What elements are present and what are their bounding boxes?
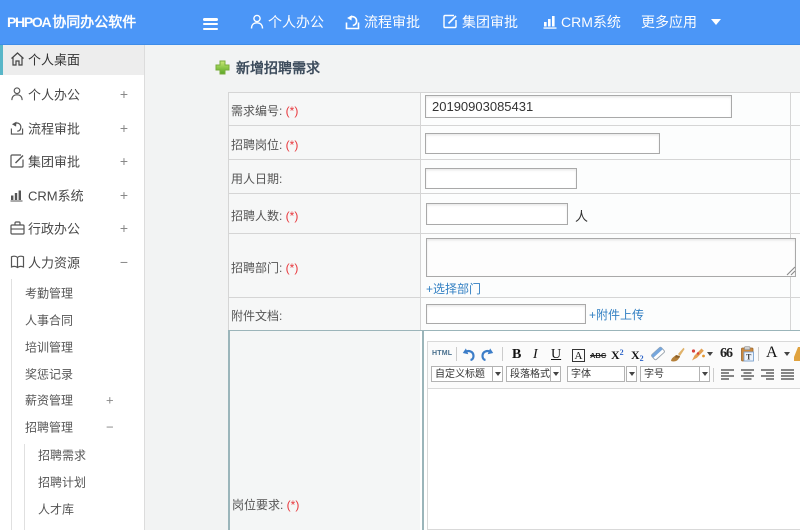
svg-text:T: T (746, 352, 752, 361)
